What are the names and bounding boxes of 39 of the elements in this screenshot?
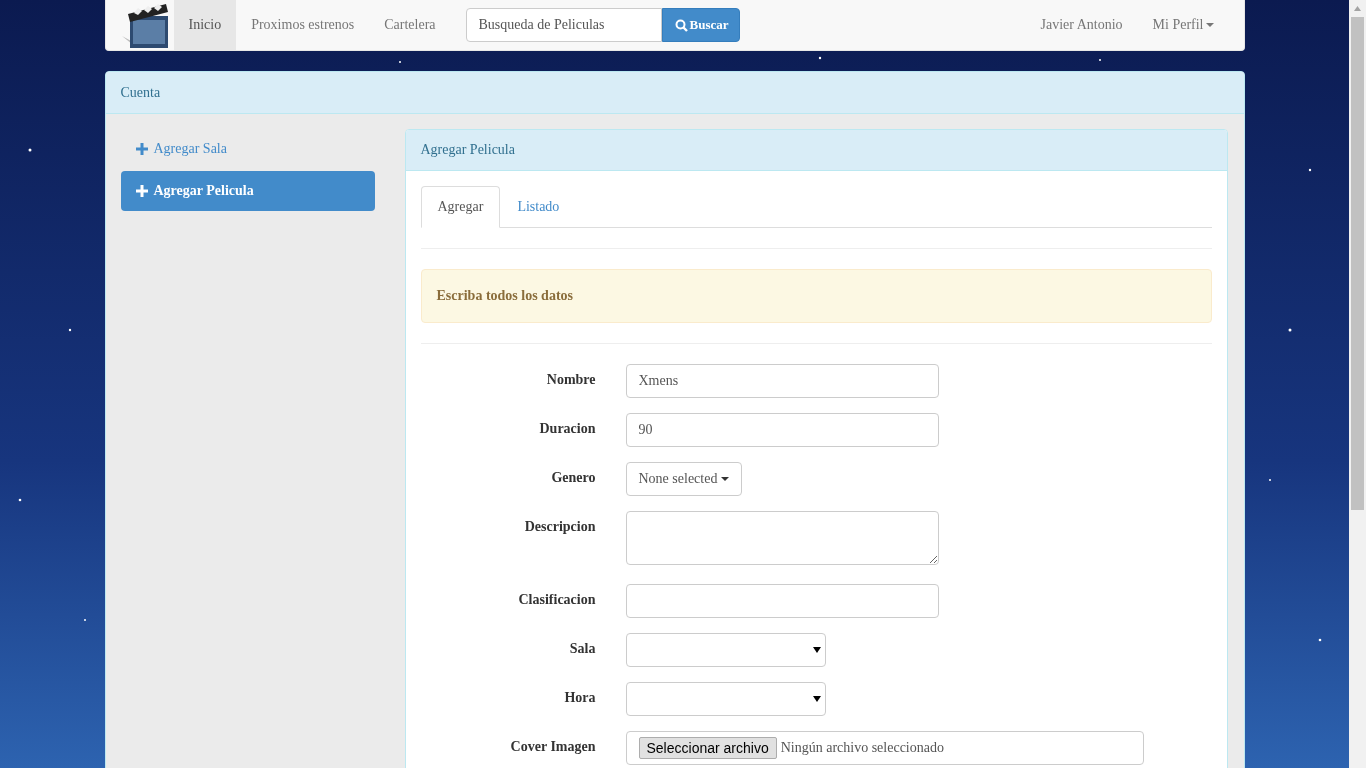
search-button[interactable]: Buscar	[661, 8, 740, 42]
field-label: Cover Imagen	[509, 738, 596, 755]
dropdown-arrow-icon	[812, 647, 821, 653]
panel-title: Cuenta	[105, 72, 1244, 114]
input-field[interactable]: Xmens	[625, 364, 939, 398]
file-status: Ningún archivo seleccionado	[780, 740, 944, 756]
plus-icon	[135, 185, 148, 197]
dropdown-button[interactable]: None selected	[625, 462, 743, 496]
search-field[interactable]: Busqueda de Peliculas	[465, 8, 662, 42]
field-label: Sala	[568, 640, 596, 657]
tab[interactable]: Listado	[500, 186, 577, 228]
user-name-link[interactable]: Javier Antonio	[1025, 0, 1138, 50]
field-label: Clasificacion	[517, 591, 596, 608]
plus-icon	[135, 143, 148, 155]
panel-title: Agregar Pelicula	[405, 130, 1227, 171]
tab[interactable]: Agregar	[420, 186, 501, 228]
nav-link[interactable]: Proximos estrenos	[236, 0, 370, 50]
input-field[interactable]: 90	[625, 413, 939, 447]
field-label: Hora	[563, 689, 596, 706]
search-icon	[674, 18, 688, 32]
nav-link[interactable]: Inicio	[173, 0, 237, 50]
nav-link[interactable]: Cartelera	[369, 0, 451, 50]
select-field[interactable]	[625, 633, 826, 667]
sidebar-item[interactable]: Agregar Pelicula	[120, 171, 375, 211]
dropdown-arrow-icon	[812, 696, 821, 702]
alert-message: Escriba todos los datos	[420, 269, 1212, 323]
choose-file-button[interactable]: Seleccionar archivo	[638, 737, 777, 759]
select-field[interactable]	[625, 682, 826, 716]
caret-icon	[721, 477, 730, 481]
field-label: Descripcion	[523, 518, 596, 535]
file-field[interactable]: Seleccionar archivo Ningún archivo seleccionado	[625, 731, 1144, 765]
input-field[interactable]	[625, 584, 939, 618]
profile-menu[interactable]: Mi Perfil	[1137, 0, 1229, 50]
field-label: Genero	[550, 469, 596, 486]
field-label: Nombre	[545, 371, 596, 388]
field-label: Duracion	[538, 420, 596, 437]
sidebar-item[interactable]: Agregar Sala	[120, 129, 375, 169]
text-area[interactable]	[625, 511, 939, 565]
caret-icon	[1205, 23, 1214, 27]
